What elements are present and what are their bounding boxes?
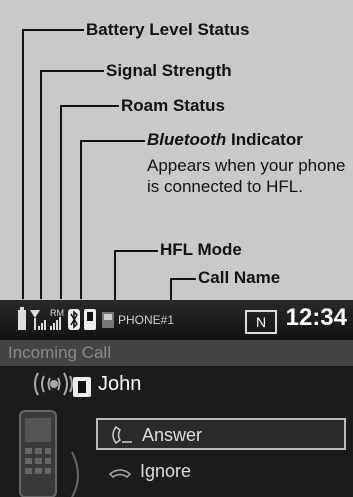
phone-small-icon [102,312,114,328]
contact-card-icon [73,377,91,397]
battery-leader-h [22,29,84,31]
answer-button[interactable]: Answer [96,418,346,450]
mobile-phone-icon [19,410,57,497]
svg-text:RM: RM [50,308,64,318]
clock: 12:34 [285,304,347,331]
signal-leader-h [40,70,104,72]
hfl-leader-h [114,250,158,252]
hfl-mode-icon [84,309,96,330]
signal-strength-label: Signal Strength [106,61,232,80]
bluetooth-description: Appears when your phone is connected to … [147,156,346,196]
answer-handset-icon [112,425,132,445]
caller-name: John [98,373,142,395]
bluetooth-leader-v [80,140,82,299]
bluetooth-leader-h [80,140,145,142]
roam-leader-v [60,105,62,299]
ignore-label: Ignore [140,461,192,481]
screen-title: Incoming Call [0,340,353,366]
hfl-mode-label: HFL Mode [160,240,242,259]
roam-leader-h [60,105,119,107]
bracket-line [71,451,79,497]
bluetooth-icon [68,309,80,330]
roam-icon: RM [50,308,64,330]
bluetooth-word: Bluetooth [147,130,227,149]
signal-icon [30,310,46,330]
call-name-label: Call Name [198,268,281,287]
ringing-waves-icon [34,372,73,396]
battery-level-label: Battery Level Status [86,20,250,39]
ignore-handset-icon [108,469,132,478]
answer-label: Answer [142,425,203,445]
bluetooth-indicator-label: Bluetooth Indicator [147,130,303,150]
mode-box: N [245,310,277,334]
phone-label: PHONE#1 [118,313,175,327]
callname-leader-h [170,278,196,280]
hfl-screen: RM PHONE#1 N 12:34 Incoming Call John An… [0,300,353,497]
indicator-word: Indicator [226,130,303,149]
roam-status-label: Roam Status [121,96,225,115]
signal-leader-v [40,70,42,299]
battery-icon [18,307,26,330]
status-bar: RM PHONE#1 N 12:34 [0,300,353,340]
battery-leader-v [22,29,24,299]
status-icons: RM [18,307,114,330]
ignore-button[interactable]: Ignore [96,456,346,488]
